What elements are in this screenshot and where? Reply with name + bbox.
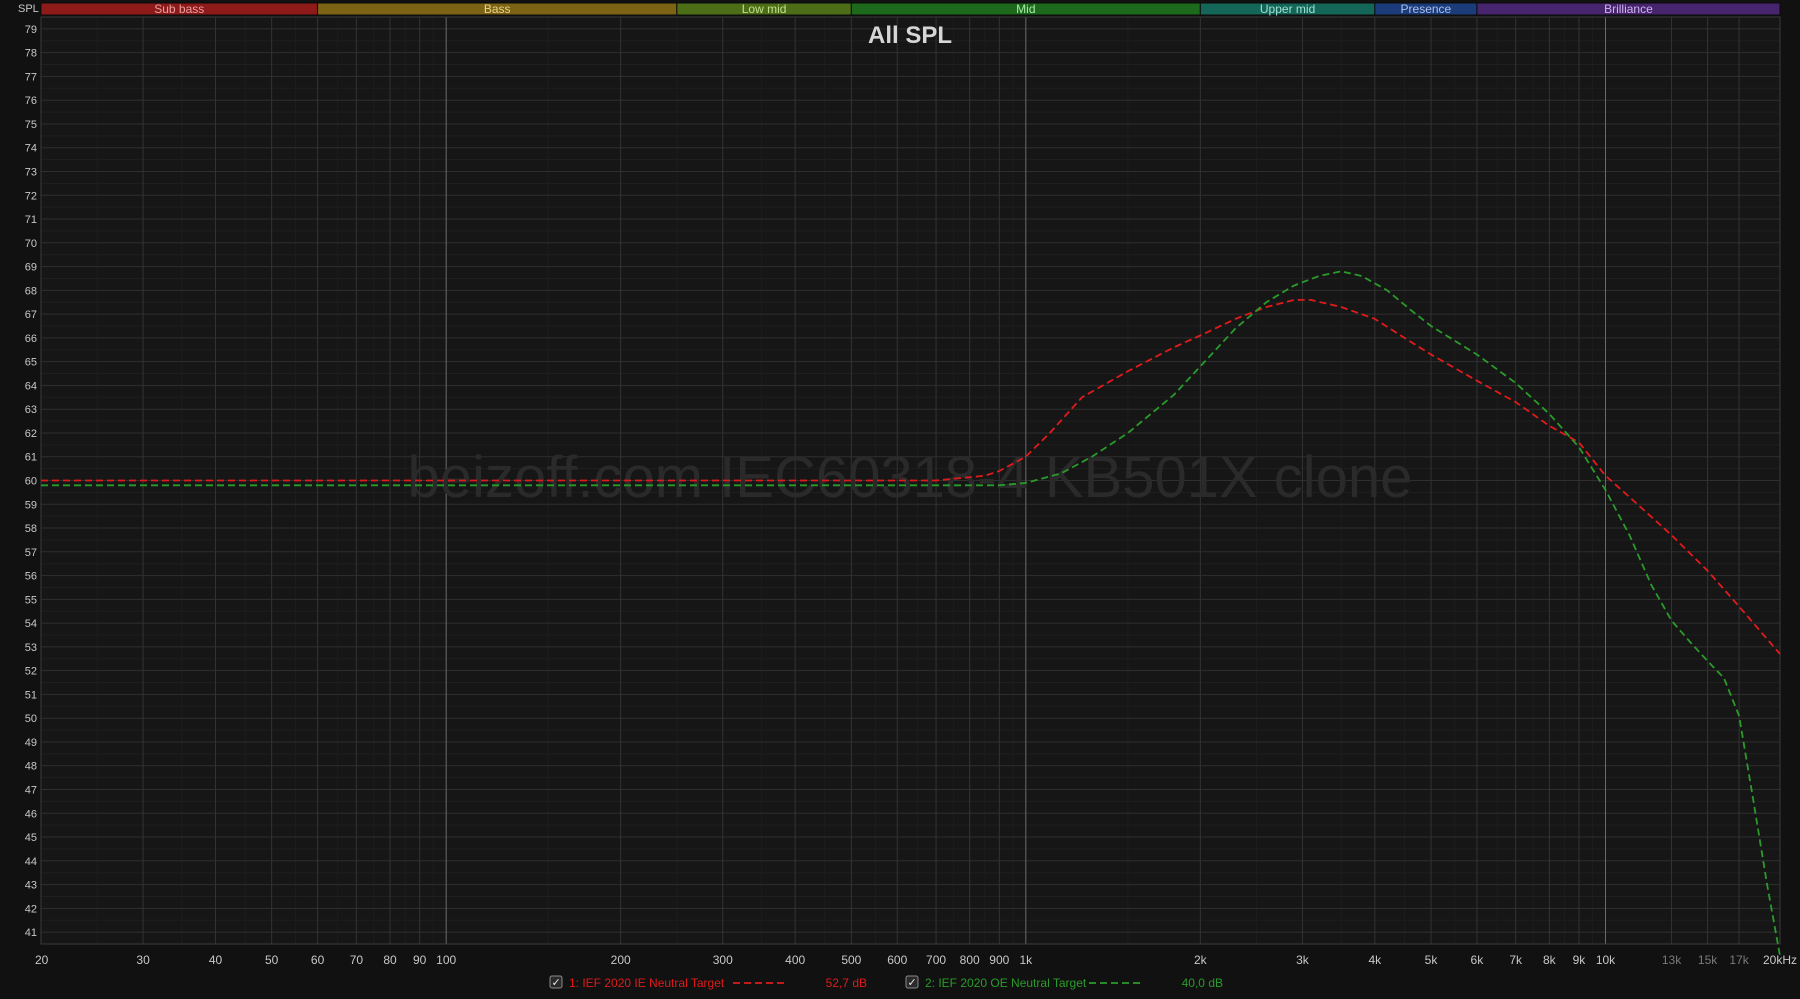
y-tick-label: 73 — [25, 167, 37, 179]
y-tick-label: 43 — [25, 880, 37, 892]
x-tick-label: 13k — [1662, 953, 1682, 967]
y-tick-label: 66 — [25, 333, 37, 345]
legend-series-value: 52,7 dB — [826, 976, 867, 990]
y-tick-label: 47 — [25, 785, 37, 797]
x-tick-label: 20kHz — [1763, 953, 1797, 967]
x-tick-label: 7k — [1509, 953, 1523, 967]
x-tick-label: 20 — [35, 953, 49, 967]
y-tick-label: 49 — [25, 737, 37, 749]
x-tick-label: 60 — [311, 953, 325, 967]
x-tick-label: 900 — [989, 953, 1009, 967]
y-axis-label: SPL — [18, 3, 39, 15]
x-tick-label: 5k — [1425, 953, 1439, 967]
x-tick-label: 400 — [785, 953, 805, 967]
spl-chart: Sub bass Bass Low mid Mid Upper mid Presence B… — [0, 0, 1800, 999]
band-label: Upper mid — [1260, 2, 1315, 16]
y-tick-label: 58 — [25, 523, 37, 535]
y-tick-label: 79 — [25, 24, 37, 36]
y-tick-label: 68 — [25, 285, 37, 297]
y-tick-label: 70 — [25, 238, 37, 250]
y-tick-label: 41 — [25, 927, 37, 939]
y-tick-label: 50 — [25, 713, 37, 725]
y-tick-label: 54 — [25, 618, 37, 630]
y-tick-label: 42 — [25, 903, 37, 915]
band-label: Low mid — [742, 2, 787, 16]
y-tick-label: 45 — [25, 832, 37, 844]
x-tick-label: 3k — [1296, 953, 1310, 967]
x-tick-label: 10k — [1596, 953, 1616, 967]
x-tick-label: 300 — [713, 953, 733, 967]
y-tick-label: 44 — [25, 856, 37, 868]
band-label: Brilliance — [1604, 2, 1653, 16]
checkmark-icon: ✓ — [908, 977, 917, 989]
y-tick-label: 52 — [25, 666, 37, 678]
x-tick-label: 9k — [1573, 953, 1587, 967]
band-label: Mid — [1016, 2, 1035, 16]
y-tick-label: 76 — [25, 95, 37, 107]
y-tick-label: 55 — [25, 594, 37, 606]
x-tick-label: 6k — [1471, 953, 1485, 967]
x-tick-label: 70 — [350, 953, 364, 967]
x-tick-label: 40 — [209, 953, 223, 967]
x-tick-label: 800 — [960, 953, 980, 967]
x-tick-label: 17k — [1729, 953, 1749, 967]
legend-series-value: 40,0 dB — [1182, 976, 1223, 990]
y-tick-label: 51 — [25, 689, 37, 701]
y-tick-label: 53 — [25, 642, 37, 654]
legend-series-name: 2: IEF 2020 OE Neutral Target — [925, 976, 1087, 990]
x-tick-label: 80 — [383, 953, 397, 967]
y-tick-label: 75 — [25, 119, 37, 131]
x-tick-label: 200 — [611, 953, 631, 967]
y-tick-label: 69 — [25, 262, 37, 274]
y-tick-label: 48 — [25, 761, 37, 773]
y-tick-label: 71 — [25, 214, 37, 226]
x-tick-label: 500 — [841, 953, 861, 967]
y-tick-label: 67 — [25, 309, 37, 321]
x-tick-label: 15k — [1698, 953, 1718, 967]
x-tick-label: 600 — [887, 953, 907, 967]
chart-title: All SPL — [868, 22, 952, 49]
frequency-band-bar: Sub bass Bass Low mid Mid Upper mid Presence B… — [40, 2, 1781, 16]
y-tick-label: 60 — [25, 476, 37, 488]
y-tick-label: 78 — [25, 48, 37, 60]
x-tick-label: 4k — [1368, 953, 1382, 967]
y-tick-label: 64 — [25, 380, 37, 392]
watermark: beizoff.com IEC60318-4 KB501X clone — [408, 445, 1413, 510]
x-tick-label: 50 — [265, 953, 279, 967]
y-tick-label: 72 — [25, 190, 37, 202]
y-tick-label: 77 — [25, 71, 37, 83]
band-label: Sub bass — [154, 2, 204, 16]
y-tick-label: 65 — [25, 357, 37, 369]
y-tick-label: 59 — [25, 499, 37, 511]
x-tick-label: 90 — [413, 953, 427, 967]
y-tick-label: 61 — [25, 452, 37, 464]
x-tick-label: 30 — [136, 953, 150, 967]
y-tick-label: 62 — [25, 428, 37, 440]
y-tick-label: 74 — [25, 143, 37, 155]
checkmark-icon: ✓ — [552, 977, 561, 989]
x-tick-label: 700 — [926, 953, 946, 967]
legend-series-name: 1: IEF 2020 IE Neutral Target — [569, 976, 725, 990]
band-label: Presence — [1401, 2, 1452, 16]
x-tick-label: 1k — [1019, 953, 1033, 967]
x-tick-label: 100 — [436, 953, 456, 967]
band-label: Bass — [484, 2, 511, 16]
y-tick-label: 46 — [25, 808, 37, 820]
x-tick-label: 2k — [1194, 953, 1208, 967]
x-tick-label: 8k — [1543, 953, 1557, 967]
y-tick-label: 63 — [25, 404, 37, 416]
y-tick-label: 57 — [25, 547, 37, 559]
y-tick-label: 56 — [25, 571, 37, 583]
